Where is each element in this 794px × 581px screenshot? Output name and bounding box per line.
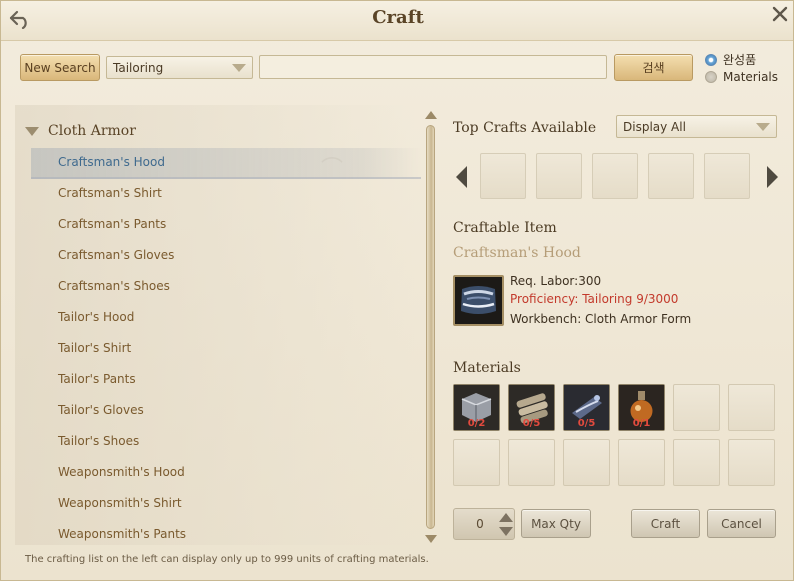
material-slot-empty (728, 439, 775, 486)
quantity-value: 0 (476, 517, 484, 531)
list-item[interactable]: Weaponsmith's Hood (31, 458, 421, 489)
list-item[interactable]: Weaponsmith's Shirt (31, 489, 421, 520)
scroll-thumb[interactable] (426, 125, 435, 529)
cancel-button[interactable]: Cancel (707, 509, 776, 538)
material-slot-empty (673, 439, 720, 486)
material-slot[interactable]: 0/1 (618, 384, 665, 431)
material-slot-empty (618, 439, 665, 486)
scroll-down-arrow-icon[interactable] (425, 535, 437, 543)
list-item[interactable]: Craftsman's Shirt (31, 179, 421, 210)
material-slot-empty (453, 439, 500, 486)
workbench-text: Workbench: Cloth Armor Form (510, 312, 692, 326)
recipe-list: Craftsman's Hood Craftsman's Shirt Craft… (31, 148, 421, 551)
top-craft-slot[interactable] (592, 153, 638, 199)
material-slot-empty (508, 439, 555, 486)
top-craft-slot[interactable] (536, 153, 582, 199)
window-title: Craft (372, 7, 424, 28)
radio-label: Materials (723, 69, 779, 84)
footer-note: The crafting list on the left can displa… (25, 554, 429, 565)
quantity-stepper[interactable]: 0 (453, 508, 515, 540)
material-slot-empty (728, 384, 775, 431)
category-header-cloth-armor[interactable]: Cloth Armor (25, 123, 136, 139)
increment-arrow-icon[interactable] (499, 513, 513, 522)
craft-button[interactable]: Craft (631, 509, 700, 538)
recipe-list-scrollbar[interactable] (423, 111, 439, 543)
category-select[interactable]: Tailoring (106, 56, 253, 79)
search-input[interactable] (259, 55, 607, 79)
decrement-arrow-icon[interactable] (499, 527, 513, 536)
list-item[interactable]: Craftsman's Gloves (31, 241, 421, 272)
material-slot[interactable]: 0/2 (453, 384, 500, 431)
expand-triangle-icon (25, 126, 39, 136)
material-slot[interactable]: 0/5 (508, 384, 555, 431)
chevron-down-icon (232, 63, 246, 72)
max-qty-button[interactable]: Max Qty (521, 509, 591, 538)
radio-label: 완성품 (723, 53, 757, 67)
carousel-next-icon[interactable] (767, 166, 778, 188)
material-count: 0/5 (522, 418, 541, 429)
req-labor-text: Req. Labor:300 (510, 274, 602, 288)
carousel-prev-icon[interactable] (456, 166, 467, 188)
filter-select-value: Display All (623, 119, 686, 134)
category-label: Cloth Armor (48, 123, 136, 139)
material-count: 0/5 (577, 418, 596, 429)
category-select-value: Tailoring (113, 60, 164, 75)
list-item[interactable]: Tailor's Pants (31, 365, 421, 396)
list-item[interactable]: Weaponsmith's Pants (31, 520, 421, 551)
search-button[interactable]: 검색 (614, 54, 693, 81)
craft-window: ⌒ Craft New Search Tailoring 검색 완성품 M (0, 0, 794, 581)
list-item[interactable]: Craftsman's Shoes (31, 272, 421, 303)
list-item[interactable]: Tailor's Hood (31, 303, 421, 334)
chevron-down-icon (756, 122, 770, 131)
result-type-radio-group: 완성품 Materials (705, 51, 778, 85)
material-count: 0/2 (467, 418, 486, 429)
top-craft-slot[interactable] (480, 153, 526, 199)
list-item[interactable]: Tailor's Shoes (31, 427, 421, 458)
material-slot-empty (673, 384, 720, 431)
hood-item-icon[interactable] (453, 275, 504, 326)
radio-finished-products[interactable]: 완성품 (705, 51, 778, 68)
hood-icon (455, 277, 502, 324)
proficiency-text: Proficiency: Tailoring 9/3000 (510, 292, 679, 306)
top-craft-slot[interactable] (648, 153, 694, 199)
materials-label: Materials (453, 360, 521, 376)
list-item[interactable]: Tailor's Gloves (31, 396, 421, 427)
list-item[interactable]: Tailor's Shirt (31, 334, 421, 365)
radio-materials[interactable]: Materials (705, 68, 778, 85)
scroll-up-arrow-icon[interactable] (425, 111, 437, 119)
top-crafts-filter-select[interactable]: Display All (616, 115, 777, 138)
craftable-item-label: Craftable Item (453, 220, 557, 236)
list-item[interactable]: Craftsman's Hood (31, 148, 421, 179)
title-bar: Craft (1, 1, 793, 41)
top-craft-slot[interactable] (704, 153, 750, 199)
material-slot[interactable]: 0/5 (563, 384, 610, 431)
new-search-button[interactable]: New Search (20, 54, 100, 81)
top-crafts-label: Top Crafts Available (453, 120, 597, 136)
radio-selected-icon (705, 53, 717, 66)
radio-unselected-icon (705, 70, 717, 83)
craftable-item-name: Craftsman's Hood (453, 245, 581, 261)
close-icon (772, 6, 788, 22)
close-button[interactable] (769, 3, 791, 25)
material-count: 0/1 (632, 418, 651, 429)
list-item[interactable]: Craftsman's Pants (31, 210, 421, 241)
material-slot-empty (563, 439, 610, 486)
